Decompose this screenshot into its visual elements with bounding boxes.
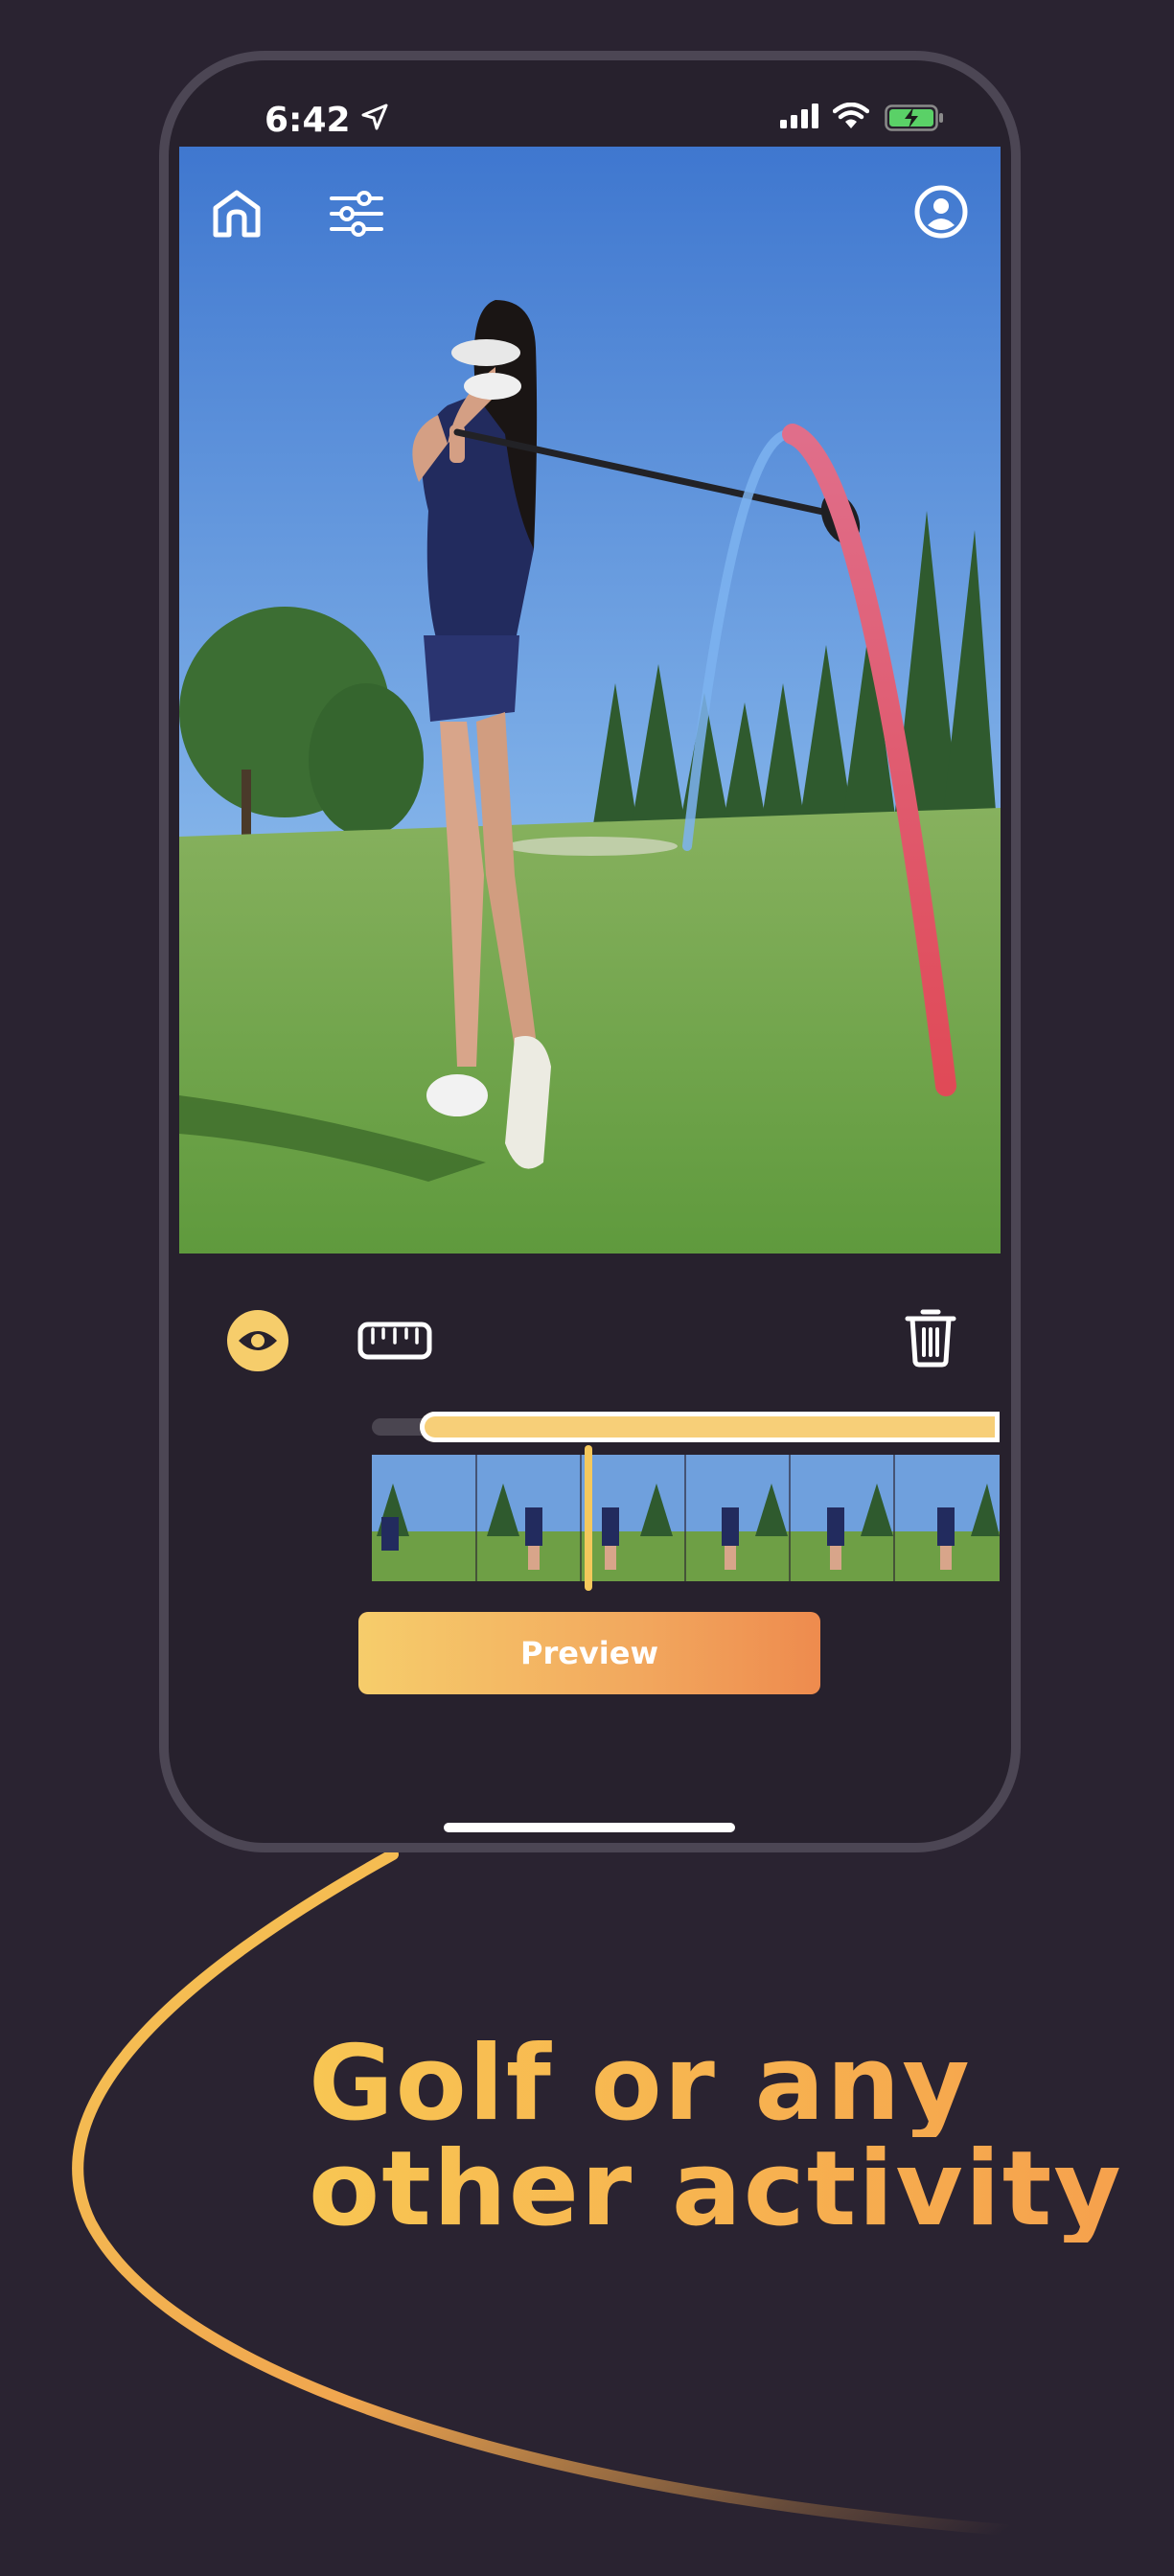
marketing-headline: Golf or any other activity <box>309 2032 1123 2242</box>
filmstrip-frame <box>476 1455 581 1581</box>
preview-button[interactable]: Preview <box>358 1612 820 1694</box>
golf-swing-scene <box>179 147 1001 1254</box>
trim-range-handle[interactable] <box>420 1412 1000 1442</box>
wifi-icon <box>833 103 869 128</box>
status-time: 6:42 <box>265 101 351 140</box>
location-arrow-icon <box>361 104 388 130</box>
home-indicator[interactable] <box>444 1823 735 1832</box>
phone-frame: 6:42 Preview <box>159 51 1021 1852</box>
sliders-icon[interactable] <box>328 185 385 242</box>
video-frame[interactable] <box>179 147 1001 1254</box>
filmstrip-frame <box>894 1455 1000 1581</box>
headline-line-2: other activity <box>309 2129 1123 2249</box>
playhead[interactable] <box>585 1445 592 1591</box>
status-bar: 6:42 <box>169 60 1011 147</box>
filmstrip-frames <box>372 1455 1000 1581</box>
editor-controls: Preview <box>169 1254 1011 1828</box>
cellular-signal-icon <box>780 104 818 128</box>
profile-icon[interactable] <box>912 183 970 241</box>
ruler-icon[interactable] <box>357 1322 432 1360</box>
home-icon[interactable] <box>208 185 265 242</box>
trash-icon[interactable] <box>905 1306 956 1368</box>
filmstrip-frame <box>685 1455 790 1581</box>
filmstrip-frame <box>372 1455 476 1581</box>
filmstrip-frame <box>790 1455 894 1581</box>
eye-icon[interactable] <box>227 1310 288 1371</box>
phone-screen: 6:42 Preview <box>169 60 1011 1843</box>
filmstrip-frame <box>581 1455 685 1581</box>
battery-charging-icon <box>885 104 943 131</box>
headline-line-1: Golf or any <box>309 2032 1123 2137</box>
filmstrip[interactable] <box>372 1455 1000 1581</box>
